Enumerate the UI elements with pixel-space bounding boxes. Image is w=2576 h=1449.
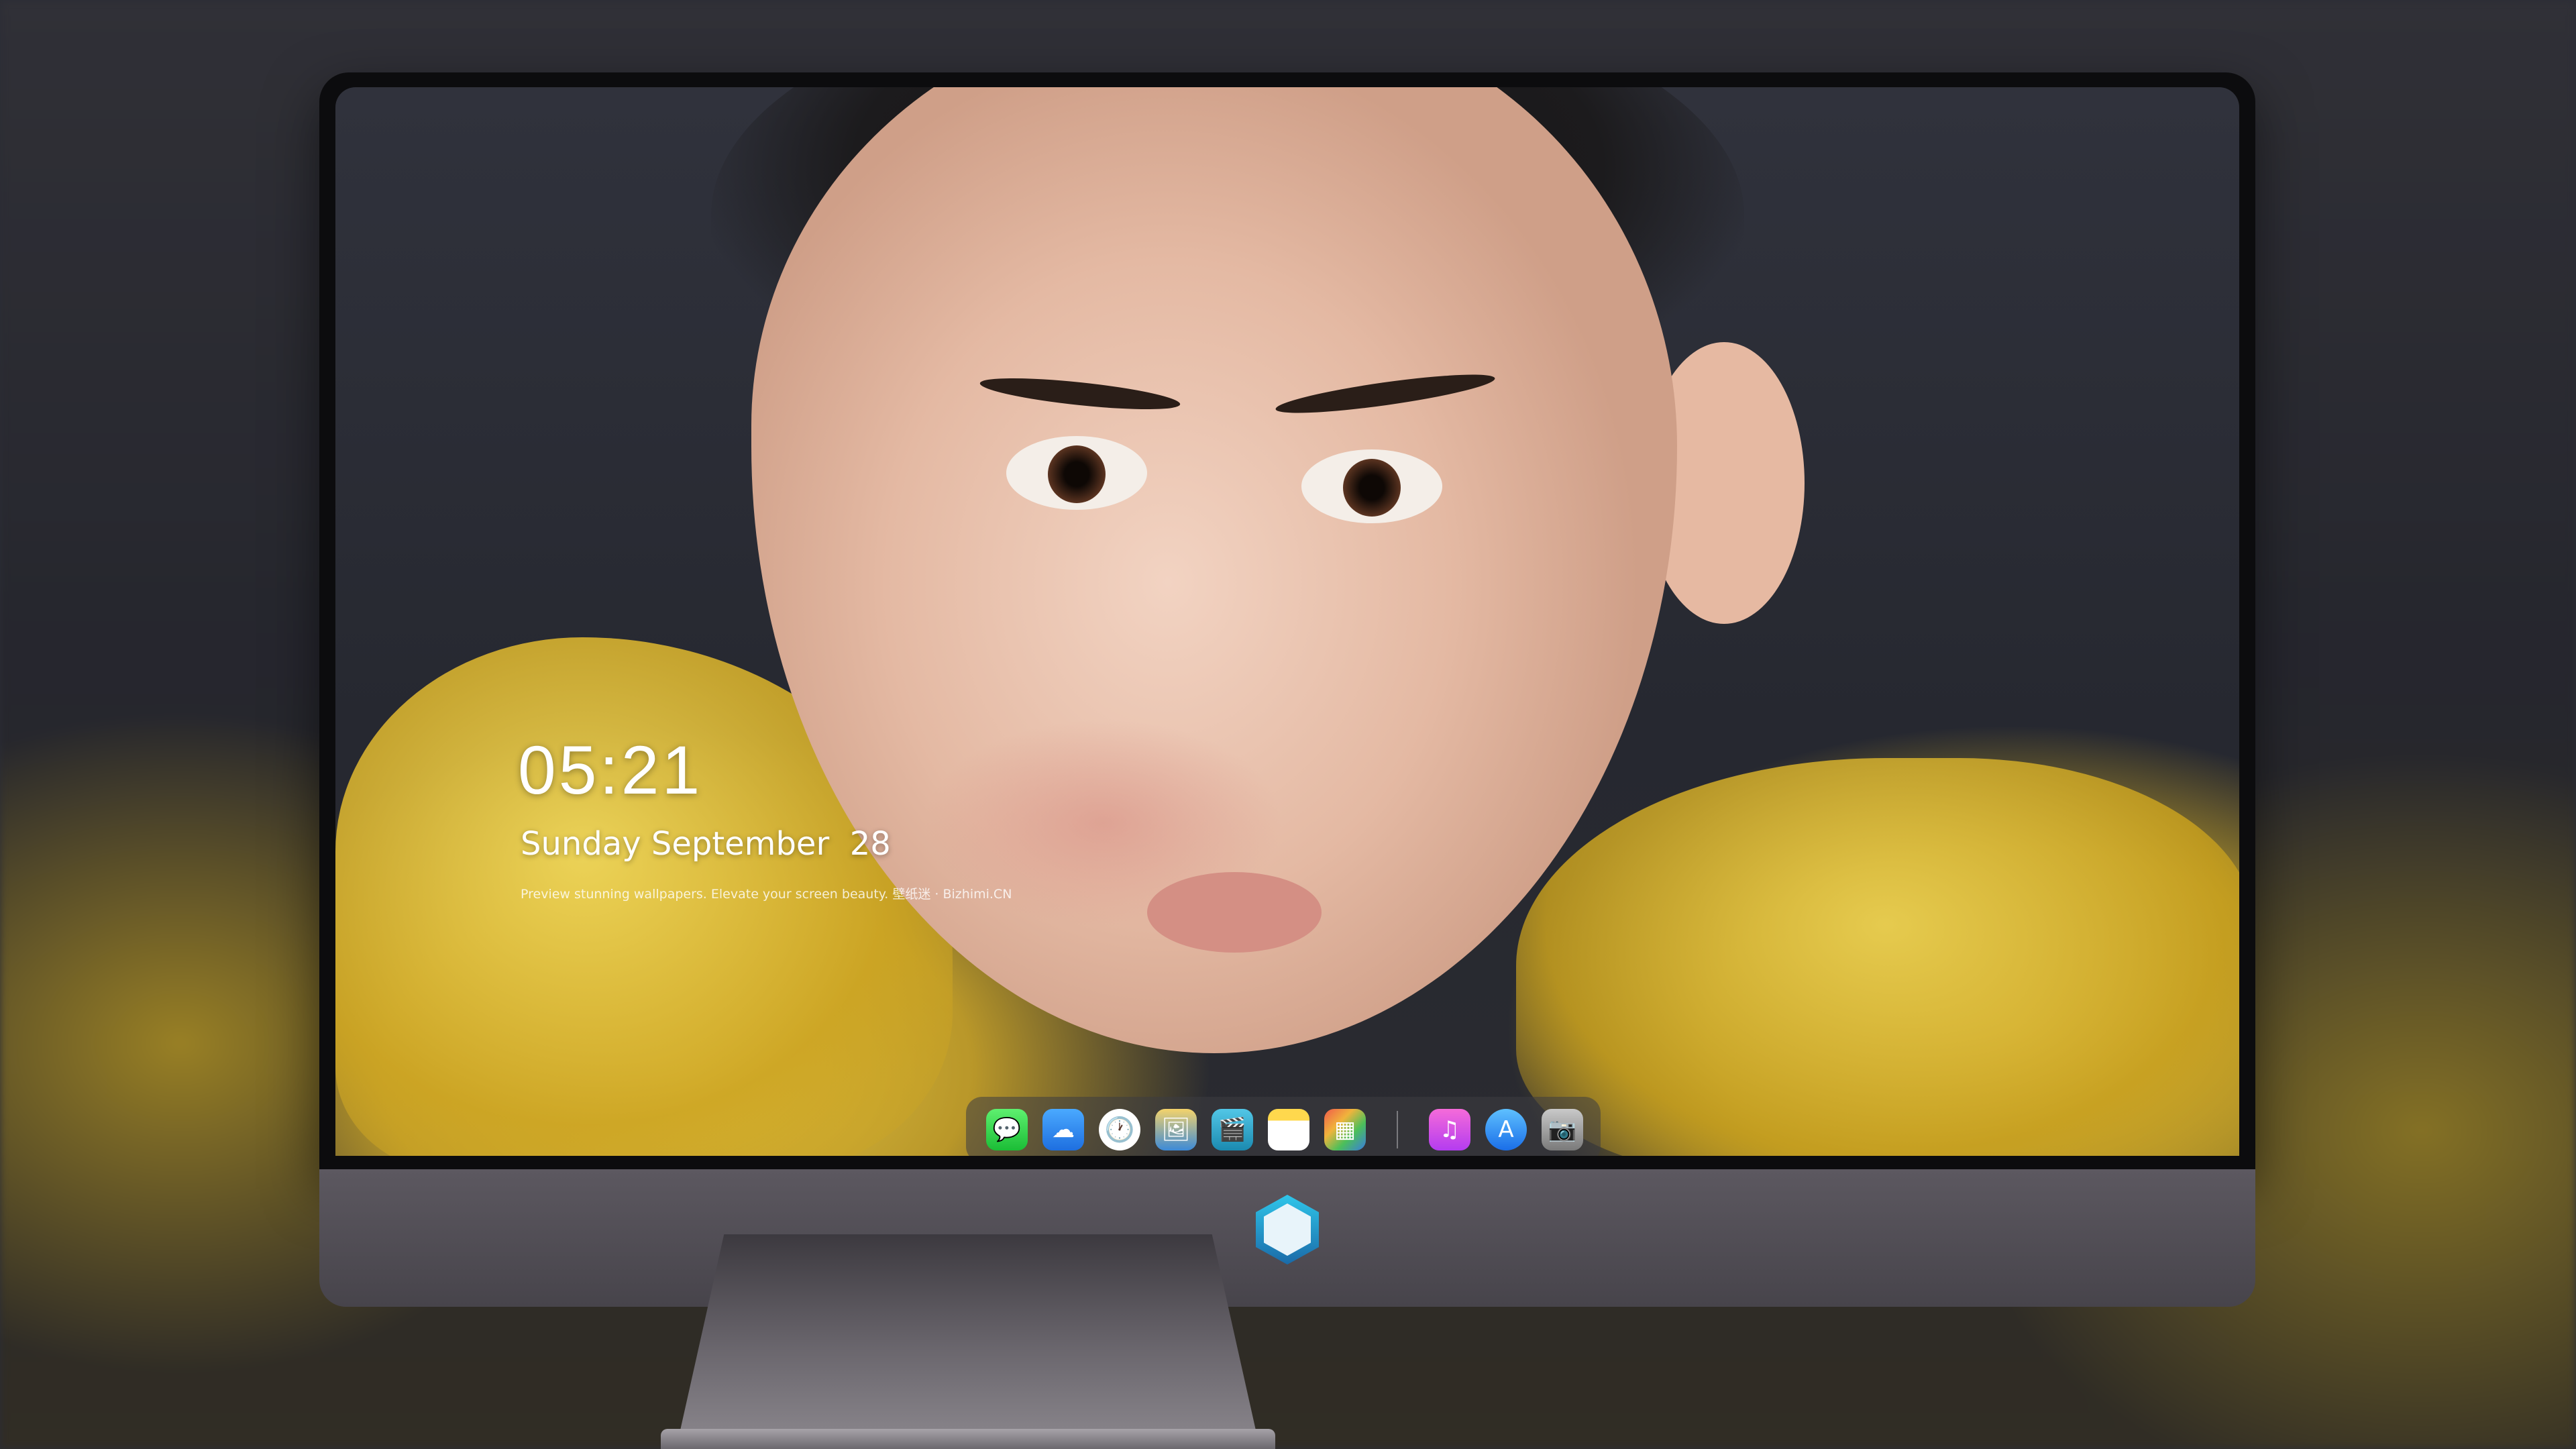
music-icon[interactable]: ♫ xyxy=(1429,1109,1470,1150)
notes-icon[interactable] xyxy=(1268,1109,1309,1150)
lock-screen-time: 05:21 xyxy=(518,732,703,808)
monitor-stand xyxy=(678,1234,1258,1442)
wallpaper-left-eye xyxy=(1006,436,1147,510)
claquette-icon[interactable]: 🎬 xyxy=(1212,1109,1253,1150)
clock-icon[interactable]: 🕐 xyxy=(1099,1109,1140,1150)
wallpaper-lips xyxy=(1147,872,1322,953)
brand-logo-icon xyxy=(1256,1195,1319,1265)
monitor-stand-base xyxy=(661,1429,1275,1449)
monitor-chin xyxy=(319,1169,2255,1307)
wallpaper-fabric-right xyxy=(1516,758,2239,1156)
screen: 05:21 Sunday September 28 Preview stunni… xyxy=(335,87,2239,1156)
lock-screen-date: Sunday September 28 xyxy=(521,825,891,863)
preview-icon[interactable]: 🖼 xyxy=(1155,1109,1197,1150)
camera-icon[interactable]: 📷 xyxy=(1542,1109,1583,1150)
photos-icon[interactable]: ▦ xyxy=(1324,1109,1366,1150)
app-store-icon[interactable]: A xyxy=(1485,1109,1527,1150)
monitor-bezel: 05:21 Sunday September 28 Preview stunni… xyxy=(319,72,2255,1169)
dock: 💬 ☁ 🕐 🖼 🎬 ▦ ♫ A 📷 xyxy=(966,1097,1601,1156)
monitor: 05:21 Sunday September 28 Preview stunni… xyxy=(319,72,2255,1307)
wallpaper-right-eye xyxy=(1301,449,1442,523)
wallpaper-tagline: Preview stunning wallpapers. Elevate you… xyxy=(521,887,1012,902)
messages-icon[interactable]: 💬 xyxy=(986,1109,1028,1150)
weather-icon[interactable]: ☁ xyxy=(1042,1109,1084,1150)
dock-separator xyxy=(1397,1111,1398,1148)
